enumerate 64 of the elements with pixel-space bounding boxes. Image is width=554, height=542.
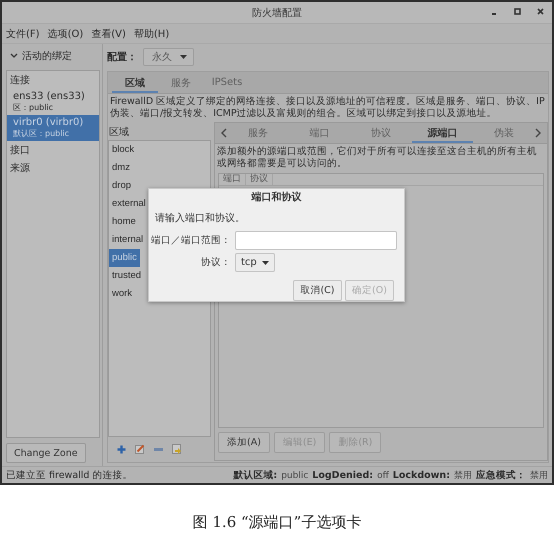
plus-icon[interactable]: [117, 444, 126, 454]
status-value: public: [281, 470, 308, 480]
status-value: 禁用: [454, 470, 472, 482]
config-label: 配置：: [107, 50, 137, 64]
list-item[interactable]: virbr0 (virbr0) 默认区：public: [7, 115, 99, 141]
menu-item[interactable]: 查看(V): [91, 26, 126, 40]
menu-item[interactable]: 文件(F): [6, 26, 40, 40]
status-label: 应急模式：: [476, 468, 526, 482]
dialog-prompt: 请输入端口和协议。: [154, 212, 246, 226]
zone-item[interactable]: dmz: [109, 159, 133, 177]
status-value: off: [377, 470, 389, 480]
protocol-dropdown[interactable]: tcp: [235, 253, 275, 272]
caret-icon: [180, 55, 187, 59]
menu-item[interactable]: 选项(O): [48, 26, 84, 40]
tab[interactable]: 区域: [112, 72, 158, 93]
status-message: 已建立至 firewalld 的连接。: [6, 468, 132, 482]
zone-item[interactable]: trusted: [109, 267, 144, 285]
zones-heading: 区域: [108, 126, 130, 140]
connection-name: virbr0 (virbr0): [13, 117, 84, 128]
port-label: 端口／端口范围：: [150, 234, 232, 247]
caret-icon: [262, 260, 269, 265]
list-item[interactable]: ens33 (ens33) 区：public: [7, 89, 99, 115]
edit-icon[interactable]: [135, 444, 145, 454]
connection-name: ens33 (ens33): [13, 91, 86, 102]
close-icon[interactable]: [537, 8, 544, 15]
status-label: 默认区域:: [233, 468, 278, 482]
menu-item[interactable]: 帮助(H): [134, 26, 170, 40]
section-header[interactable]: 活动的绑定: [22, 49, 72, 63]
zone-item[interactable]: block: [109, 141, 138, 159]
zone-item[interactable]: drop: [109, 177, 134, 195]
connection-zone: 默认区：public: [13, 128, 70, 139]
list-item[interactable]: 连接: [7, 71, 99, 89]
binding-group: 接口: [10, 143, 96, 157]
dialog-button[interactable]: 取消(C): [293, 280, 342, 301]
chevron-right-icon[interactable]: [534, 128, 541, 138]
list-item[interactable]: 来源: [7, 159, 99, 177]
zone-item[interactable]: work: [109, 285, 136, 303]
action-button[interactable]: 添加(A): [218, 432, 270, 453]
zone-item[interactable]: home: [109, 213, 139, 231]
chevron-down-icon[interactable]: [10, 53, 18, 59]
chevron-left-icon[interactable]: [221, 128, 227, 138]
description-text: FirewallD 区域定义了绑定的网络连接、接口以及源地址的可信程度。区域是服务、端口、协议、IP伪装、端口/报文转发、ICMP过滤以及富规则的组合。区域可以绑定到接口以及源地址。: [109, 95, 546, 121]
zone-item[interactable]: external: [109, 195, 149, 213]
tab[interactable]: 源端口: [412, 123, 474, 143]
status-label: LogDenied:: [312, 470, 374, 480]
tab-description: 添加额外的源端口或范围，它们对于所有可以连接至这台主机的所有主机或网络都需要是可以访问的。: [216, 145, 538, 171]
binding-group: 连接: [10, 73, 96, 87]
figure-caption: 图 1.6 “源端口”子选项卡: [192, 513, 362, 531]
status-value: 禁用: [530, 470, 548, 482]
connection-zone: 区：public: [13, 102, 54, 113]
window-title: 防火墙配置: [252, 6, 302, 20]
port-input-field[interactable]: [235, 230, 397, 250]
zone-item[interactable]: internal: [109, 231, 146, 249]
column-header[interactable]: 端口: [219, 174, 246, 185]
protocol-label: 协议：: [200, 256, 232, 270]
column-header[interactable]: 协议: [246, 174, 273, 185]
list-item[interactable]: 接口: [7, 141, 99, 159]
zone-item[interactable]: public: [109, 249, 140, 267]
config-dropdown[interactable]: 永久: [143, 48, 194, 66]
status-label: Lockdown:: [392, 470, 450, 480]
maximize-icon[interactable]: [514, 8, 521, 15]
dialog-title: 端口和协议: [250, 190, 302, 203]
change-zone-button[interactable]: Change Zone: [6, 443, 86, 463]
binding-group: 来源: [10, 161, 96, 175]
